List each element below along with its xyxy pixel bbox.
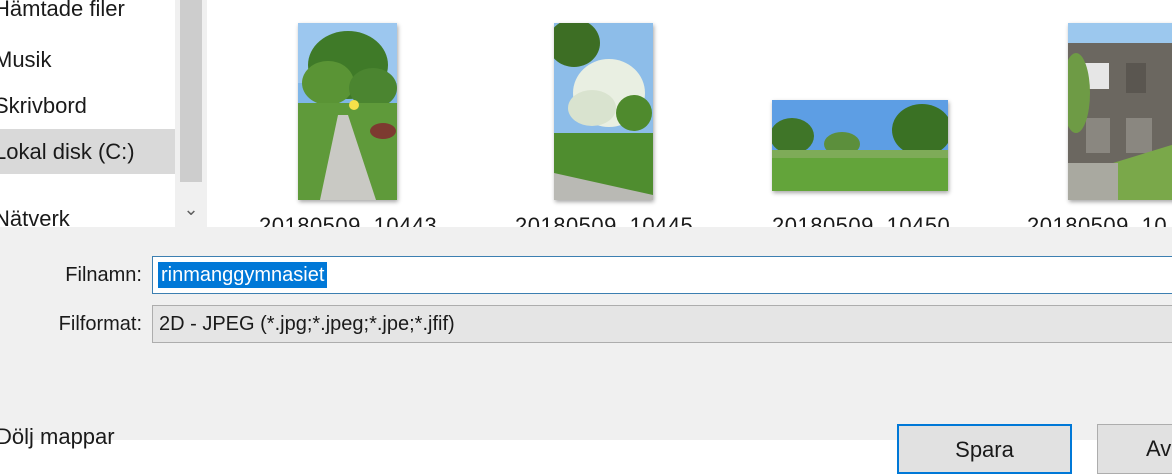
file-thumbnail[interactable]: [772, 100, 948, 191]
navigation-pane: Hämtade filer Musik Skrivbord Lokal disk…: [0, 0, 207, 227]
filename-label: Filnamn:: [65, 264, 142, 286]
nav-item-desktop[interactable]: Skrivbord: [0, 83, 175, 128]
nav-scrollbar[interactable]: ⌄: [175, 0, 207, 227]
photo-path-park: [298, 23, 397, 200]
file-name[interactable]: 20180509_10443: [259, 213, 437, 227]
nav-item-downloads[interactable]: Hämtade filer: [0, 0, 175, 31]
file-thumbnail[interactable]: [1068, 23, 1172, 200]
nav-item-music[interactable]: Musik: [0, 37, 175, 82]
save-button[interactable]: Spara: [897, 424, 1072, 474]
file-view: 20180509_10443 20180509_10445 20180509_1…: [207, 0, 1172, 227]
cancel-button[interactable]: Avbryt: [1097, 424, 1172, 474]
file-name[interactable]: 20180509_10445: [515, 213, 693, 227]
photo-school-building: [1068, 23, 1172, 200]
format-label: Filformat:: [58, 313, 142, 335]
format-select[interactable]: 2D - JPEG (*.jpg;*.jpeg;*.jpe;*.jfif): [152, 305, 1172, 343]
file-thumbnail[interactable]: [298, 23, 397, 200]
photo-landscape-park: [772, 100, 948, 191]
file-thumbnail[interactable]: [554, 23, 653, 200]
nav-item-local-disk[interactable]: Lokal disk (C:): [0, 129, 175, 174]
scrollbar-thumb[interactable]: [180, 0, 202, 182]
file-name[interactable]: 20180509_10: [1027, 213, 1167, 227]
file-name[interactable]: 20180509_10450: [772, 213, 950, 227]
filename-value: rinmanggymnasiet: [158, 262, 328, 288]
nav-item-network[interactable]: Nätverk: [0, 196, 175, 227]
format-value: 2D - JPEG (*.jpg;*.jpeg;*.jpe;*.jfif): [159, 313, 455, 335]
filename-input[interactable]: rinmanggymnasiet: [152, 256, 1172, 294]
photo-blossom-tree: [554, 23, 653, 200]
chevron-down-icon[interactable]: ⌄: [175, 196, 207, 222]
hide-folders-toggle[interactable]: Dölj mappar: [0, 424, 115, 450]
save-options-panel: Filnamn: rinmanggymnasiet Filformat: 2D …: [0, 227, 1172, 474]
